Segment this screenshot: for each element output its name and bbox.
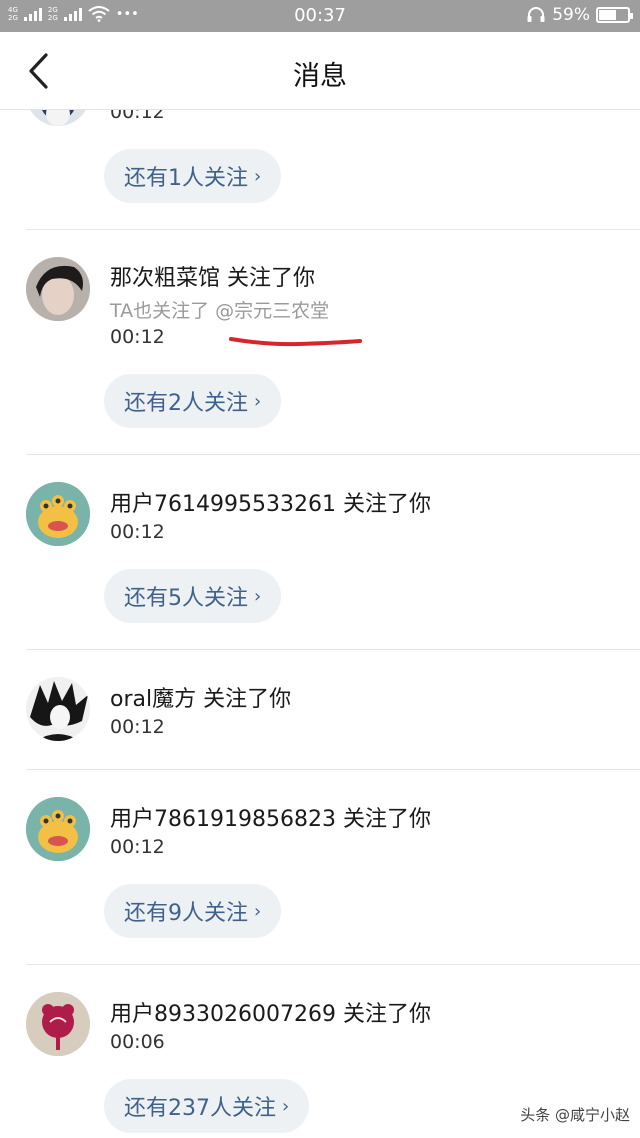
status-right: 59% [526,5,633,25]
battery-icon [596,7,633,23]
watermark: 头条 @咸宁小赵 [520,1106,630,1124]
avatar[interactable] [26,482,90,546]
more-followers-button[interactable]: 还有2人关注 › [104,374,282,428]
more-followers-button[interactable]: 还有237人关注 › [104,1079,310,1133]
battery-percent: 59% [552,5,590,25]
message-title: oral魔方 关注了你 [110,687,292,712]
status-bar: 4G 2G 2G 2G ••• 00:37 59% [0,0,640,32]
chevron-right-icon: › [254,900,262,922]
message-subtitle[interactable]: TA也关注了 @宗元三农堂 [110,296,329,323]
more-followers-label: 还有2人关注 [124,391,248,416]
battery-fill [599,10,616,20]
more-followers-label: 还有5人关注 [124,586,248,611]
message-time: 00:06 [110,1031,165,1053]
divider [26,454,640,455]
chevron-right-icon: › [254,390,262,412]
divider [26,649,640,650]
message-time: 00:12 [110,716,165,738]
header: 消息 [0,32,640,110]
message-title: 用户8933026007269 关注了你 [110,1002,431,1027]
avatar[interactable] [26,257,90,321]
chevron-right-icon: › [254,585,262,607]
chevron-right-icon: › [282,1095,290,1117]
more-followers-label: 还有9人关注 [124,901,248,926]
message-time: 00:12 [110,326,165,348]
divider [26,964,640,965]
avatar[interactable] [26,677,90,741]
more-followers-button[interactable]: 还有9人关注 › [104,884,282,938]
avatar[interactable] [26,992,90,1056]
more-followers-button[interactable]: 还有1人关注 › [104,149,282,203]
avatar[interactable] [26,797,90,861]
message-title: 那次粗菜馆 关注了你 [110,266,315,291]
more-followers-button[interactable]: 还有5人关注 › [104,569,282,623]
headset-icon [527,7,545,22]
more-followers-label: 还有1人关注 [124,166,248,191]
divider [26,229,640,230]
chevron-right-icon: › [254,165,262,187]
message-time: 00:12 [110,836,165,858]
divider [26,769,640,770]
back-icon[interactable] [24,52,54,90]
message-title: 用户7861919856823 关注了你 [110,807,431,832]
message-time: 00:12 [110,521,165,543]
message-title: 用户7614995533261 关注了你 [110,492,431,517]
more-followers-label: 还有237人关注 [124,1096,276,1121]
page-title: 消息 [293,61,347,92]
red-underline-annotation [229,337,362,347]
